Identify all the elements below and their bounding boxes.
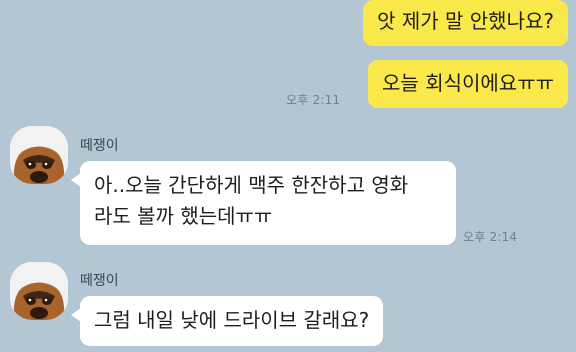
sender-name: 떼쟁이 — [80, 273, 119, 289]
chat-area: 앗 제가 말 안했나요? 오후 2:11 오늘 회식이에요ㅠㅠ 떼쟁이 아..오… — [0, 0, 576, 352]
message-text: 그럼 내일 낮에 드라이브 갈래요? — [94, 308, 370, 332]
message-text-line: 라도 볼까 했는데ㅠㅠ — [94, 204, 273, 228]
avatar[interactable] — [10, 126, 68, 184]
dog-face-icon — [10, 262, 68, 320]
their-message-bubble[interactable]: 그럼 내일 낮에 드라이브 갈래요? — [70, 296, 384, 346]
message-text-line: 아..오늘 간단하게 맥주 한잔하고 영화 — [94, 173, 409, 197]
my-message-bubble[interactable]: 오늘 회식이에요ㅠㅠ — [368, 60, 568, 108]
dog-face-icon — [10, 126, 68, 184]
message-timestamp: 오후 2:14 — [463, 230, 518, 244]
my-message-bubble[interactable]: 앗 제가 말 안했나요? — [363, 0, 568, 46]
avatar[interactable] — [10, 262, 68, 320]
message-text: 오늘 회식이에요ㅠㅠ — [382, 71, 554, 95]
message-timestamp: 오후 2:11 — [286, 93, 341, 107]
message-text: 앗 제가 말 안했나요? — [377, 9, 554, 33]
their-message-bubble[interactable]: 아..오늘 간단하게 맥주 한잔하고 영화 라도 볼까 했는데ㅠㅠ — [71, 161, 456, 245]
sender-name: 떼쟁이 — [80, 138, 119, 154]
